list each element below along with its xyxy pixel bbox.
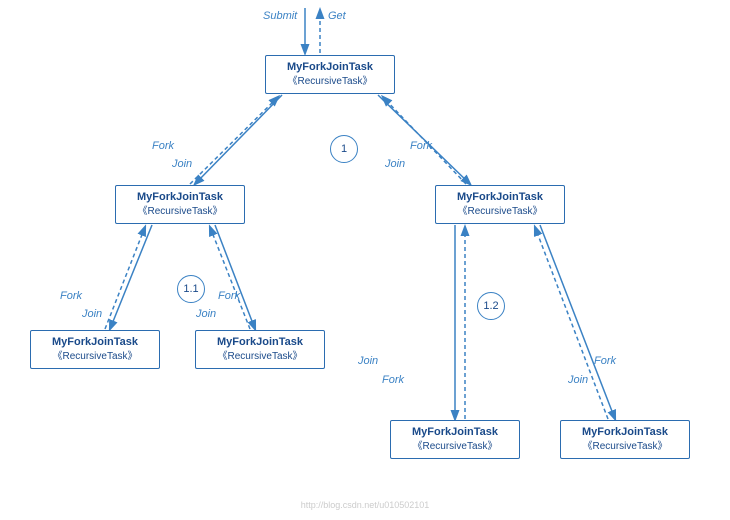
l1-task-box: MyForkJoinTask 《RecursiveTask》	[115, 185, 245, 224]
diagram: MyForkJoinTask 《RecursiveTask》 MyForkJoi…	[0, 0, 730, 520]
rr2-task-subtitle: 《RecursiveTask》	[569, 440, 681, 454]
label-join-rl: Join	[358, 355, 378, 367]
label-fork-r: Fork	[410, 140, 432, 152]
label-fork-lr: Fork	[218, 290, 240, 302]
label-join-ll: Join	[82, 308, 102, 320]
label-fork-ll: Fork	[60, 290, 82, 302]
root-task-title: MyForkJoinTask	[274, 60, 386, 75]
ll2-task-title: MyForkJoinTask	[39, 335, 151, 350]
lr2-task-box: MyForkJoinTask 《RecursiveTask》	[195, 330, 325, 369]
label-join-rr: Join	[568, 374, 588, 386]
label-join-lr: Join	[196, 308, 216, 320]
r1-task-box: MyForkJoinTask 《RecursiveTask》	[435, 185, 565, 224]
circle-1: 1	[330, 135, 358, 163]
lr2-task-subtitle: 《RecursiveTask》	[204, 350, 316, 364]
label-join-r: Join	[385, 158, 405, 170]
rl2-task-box: MyForkJoinTask 《RecursiveTask》	[390, 420, 520, 459]
label-join-l: Join	[172, 158, 192, 170]
label-fork-rl: Fork	[382, 374, 404, 386]
label-get: Get	[328, 10, 346, 22]
l1-task-subtitle: 《RecursiveTask》	[124, 205, 236, 219]
circle-11: 1.1	[177, 275, 205, 303]
ll2-task-subtitle: 《RecursiveTask》	[39, 350, 151, 364]
circle-12: 1.2	[477, 292, 505, 320]
r1-task-subtitle: 《RecursiveTask》	[444, 205, 556, 219]
lr2-task-title: MyForkJoinTask	[204, 335, 316, 350]
l1-task-title: MyForkJoinTask	[124, 190, 236, 205]
rr2-task-title: MyForkJoinTask	[569, 425, 681, 440]
watermark: http://blog.csdn.net/u010502101	[301, 500, 430, 510]
label-fork-rr: Fork	[594, 355, 616, 367]
ll2-task-box: MyForkJoinTask 《RecursiveTask》	[30, 330, 160, 369]
root-task-box: MyForkJoinTask 《RecursiveTask》	[265, 55, 395, 94]
root-task-subtitle: 《RecursiveTask》	[274, 75, 386, 89]
label-submit: Submit	[263, 10, 297, 22]
rr2-task-box: MyForkJoinTask 《RecursiveTask》	[560, 420, 690, 459]
label-fork-l: Fork	[152, 140, 174, 152]
r1-task-title: MyForkJoinTask	[444, 190, 556, 205]
rl2-task-subtitle: 《RecursiveTask》	[399, 440, 511, 454]
rl2-task-title: MyForkJoinTask	[399, 425, 511, 440]
